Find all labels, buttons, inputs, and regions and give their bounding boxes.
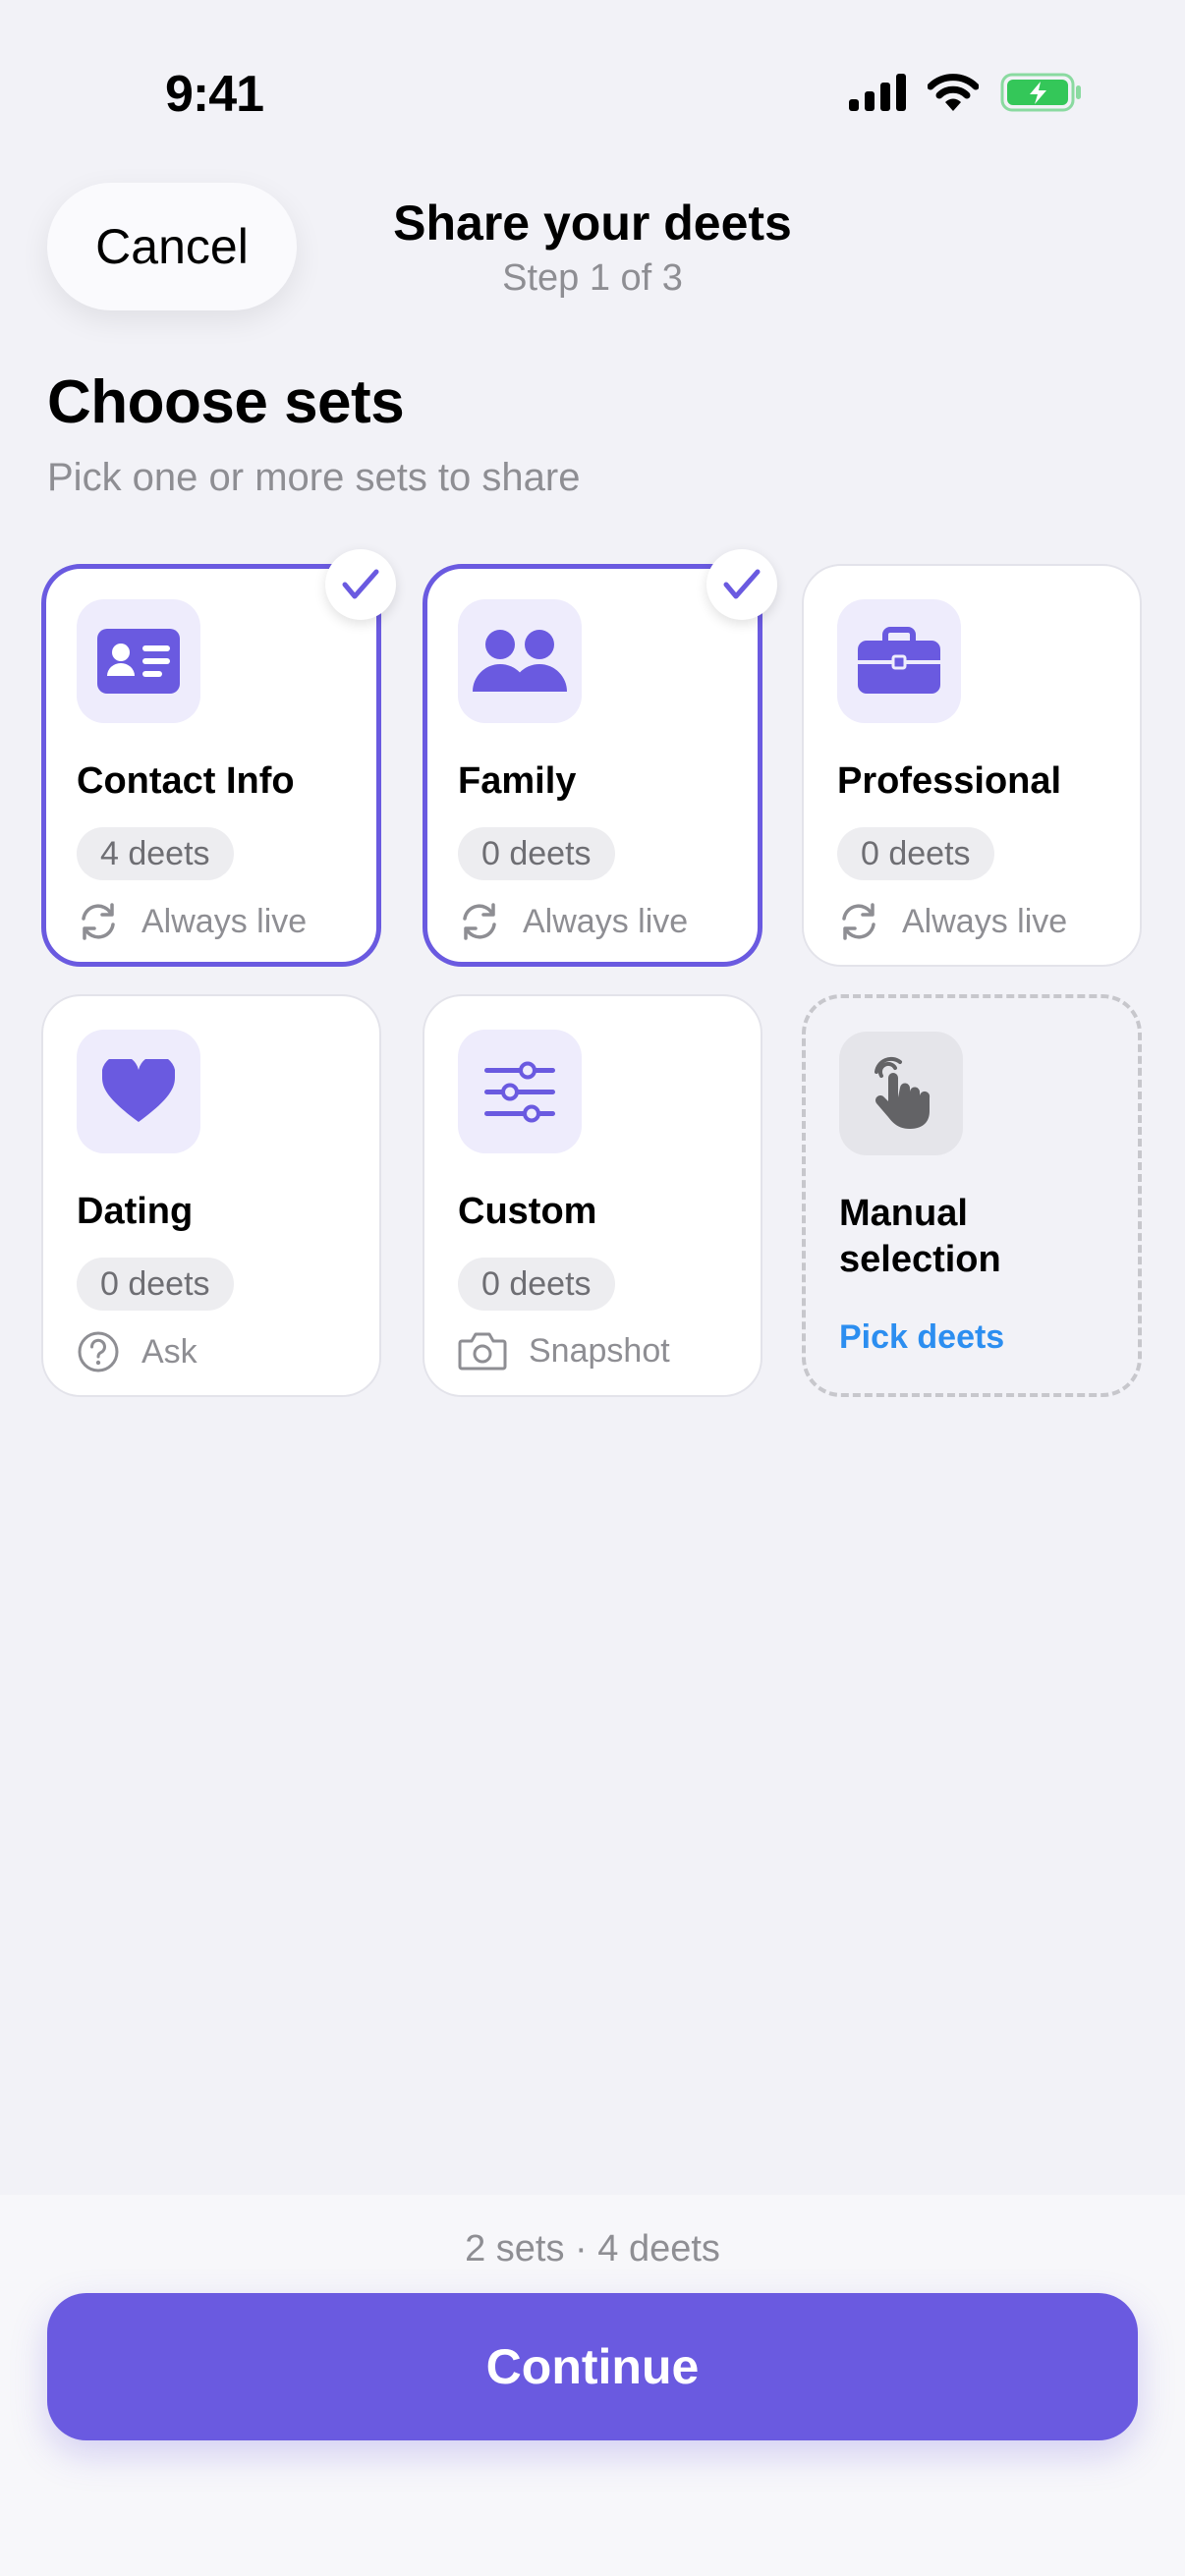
- selection-summary: 2 sets · 4 deets: [465, 2228, 720, 2269]
- battery-charging-icon: [1000, 73, 1081, 112]
- share-mode-label: Always live: [902, 902, 1068, 940]
- deets-count-badge: 0 deets: [458, 827, 615, 880]
- sync-icon: [82, 903, 115, 940]
- deets-count-badge: 0 deets: [458, 1258, 615, 1311]
- share-mode: Always live: [458, 900, 688, 943]
- question-circle-icon: [78, 1331, 119, 1372]
- sync-icon: [463, 903, 496, 940]
- share-mode-label: Always live: [141, 902, 308, 940]
- card-icon-tile: [837, 599, 961, 723]
- status-time: 9:41: [165, 66, 264, 123]
- card-title: Family: [458, 760, 577, 802]
- section-subtitle: Pick one or more sets to share: [47, 456, 581, 499]
- sync-icon: [842, 903, 875, 940]
- deets-count-badge: 0 deets: [837, 827, 994, 880]
- cellular-signal-icon: [849, 74, 906, 111]
- card-title: Professional: [837, 760, 1062, 802]
- heart-icon: [102, 1059, 175, 1122]
- card-title: Custom: [458, 1191, 597, 1232]
- share-mode-label: Always live: [523, 902, 689, 940]
- share-mode: Always live: [837, 900, 1067, 943]
- deets-count-badge: 4 deets: [77, 827, 234, 880]
- selected-checkmark: [325, 549, 396, 620]
- deets-count-badge: 0 deets: [77, 1258, 234, 1311]
- contact-card-icon: [97, 629, 180, 694]
- card-icon-tile: [77, 599, 200, 723]
- page-title: Share your deets: [393, 196, 792, 251]
- card-title: Dating: [77, 1191, 194, 1232]
- selected-checkmark: [706, 549, 777, 620]
- section-title: Choose sets: [47, 368, 405, 436]
- pick-deets-link[interactable]: Pick deets: [839, 1318, 1004, 1357]
- card-icon-tile: [458, 1030, 582, 1153]
- share-mode-label: Ask: [141, 1332, 198, 1371]
- checkmark-icon: [723, 569, 761, 599]
- status-bar: 9:41: [0, 0, 1185, 187]
- card-icon-tile: [77, 1030, 200, 1153]
- hand-pointer-icon: [875, 1056, 931, 1129]
- card-icon-tile: [839, 1032, 963, 1155]
- set-card-professional[interactable]: Professional 0 deets Always live: [802, 564, 1142, 967]
- sliders-icon: [484, 1061, 555, 1123]
- share-mode: Snapshot: [458, 1330, 670, 1372]
- card-icon-tile: [458, 599, 582, 723]
- set-card-custom[interactable]: Custom 0 deets Snapshot: [423, 994, 762, 1397]
- share-mode-label: Snapshot: [529, 1331, 670, 1370]
- card-title: Manual selection: [839, 1193, 1001, 1280]
- camera-icon: [458, 1332, 507, 1371]
- set-card-family[interactable]: Family 0 deets Always live: [423, 549, 777, 967]
- share-mode: Always live: [77, 900, 307, 943]
- wifi-icon: [928, 74, 979, 111]
- share-mode: Ask: [77, 1330, 198, 1373]
- manual-selection-card[interactable]: Manual selection Pick deets: [802, 994, 1142, 1397]
- set-card-dating[interactable]: Dating 0 deets Ask: [41, 994, 381, 1397]
- checkmark-icon: [342, 569, 379, 599]
- card-title: Contact Info: [77, 760, 295, 802]
- continue-button[interactable]: Continue: [47, 2293, 1138, 2440]
- status-icons: [849, 73, 1083, 112]
- people-icon: [473, 630, 567, 692]
- step-indicator: Step 1 of 3: [502, 257, 683, 299]
- briefcase-icon: [858, 627, 940, 694]
- set-card-contact-info[interactable]: Contact Info 4 deets Always live: [41, 549, 396, 967]
